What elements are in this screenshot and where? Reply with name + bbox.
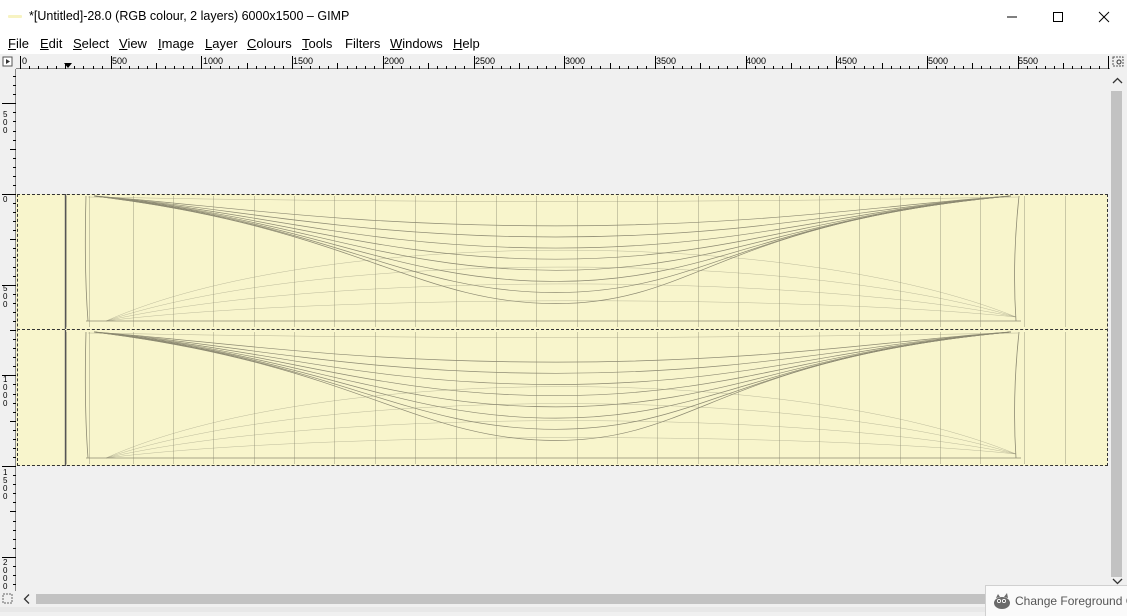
menu-bar: File Edit Select View Image Layer Colour… <box>0 33 1127 54</box>
vertical-scroll-thumb[interactable] <box>1111 91 1122 577</box>
ruler-label: 1000 <box>3 375 8 408</box>
ruler-label: 3500 <box>656 56 677 66</box>
ruler-label: 4500 <box>837 56 858 66</box>
vertical-scrollbar[interactable] <box>1108 69 1127 591</box>
ruler-label: 500 <box>3 284 8 309</box>
horizontal-ruler[interactable]: 0 500 1000 1500 2000 2500 3000 3500 4000… <box>16 55 1110 69</box>
quickmask-toggle[interactable] <box>0 55 16 69</box>
ruler-label: 3000 <box>565 56 586 66</box>
gimp-wilber-icon <box>994 593 1010 609</box>
ruler-label: 0 <box>3 195 8 204</box>
ruler-label: 2000 <box>384 56 405 66</box>
canvas-workspace[interactable] <box>16 69 1108 591</box>
menu-view[interactable]: View <box>119 36 147 51</box>
ruler-label: 2500 <box>475 56 496 66</box>
ship-lines-drawing <box>64 194 1066 466</box>
ruler-label: 2000 <box>3 558 8 591</box>
menu-windows[interactable]: Windows <box>390 36 443 51</box>
menu-edit[interactable]: Edit <box>40 36 62 51</box>
maximize-button[interactable] <box>1035 0 1081 33</box>
menu-image[interactable]: Image <box>158 36 194 51</box>
ruler-label: 1500 <box>293 56 314 66</box>
quickmask-toggle-icon <box>2 56 13 67</box>
zoom-corner-icon[interactable] <box>0 591 16 607</box>
ruler-label: 1500 <box>3 468 8 501</box>
chevron-up-icon[interactable] <box>1108 75 1127 87</box>
horizontal-scrollbar[interactable] <box>16 591 1108 607</box>
menu-filters[interactable]: Filters <box>345 36 380 51</box>
window-title: *[Untitled]-28.0 (RGB colour, 2 layers) … <box>29 9 350 23</box>
maximize-icon <box>1053 11 1063 22</box>
minimize-icon <box>1007 16 1017 17</box>
menu-select[interactable]: Select <box>73 36 109 51</box>
app-icon <box>8 15 22 18</box>
menu-file[interactable]: File <box>8 36 29 51</box>
close-button[interactable] <box>1081 0 1127 33</box>
minimize-button[interactable] <box>989 0 1035 33</box>
chevron-left-icon[interactable] <box>20 591 34 607</box>
horizontal-scroll-thumb[interactable] <box>36 594 1100 604</box>
navigate-button[interactable] <box>1110 55 1127 69</box>
menu-colours[interactable]: Colours <box>247 36 292 51</box>
ruler-label: 0 <box>22 56 28 66</box>
close-icon <box>1098 11 1110 22</box>
menu-tools[interactable]: Tools <box>302 36 332 51</box>
tool-notification: Change Foreground C <box>985 585 1127 616</box>
title-bar: *[Untitled]-28.0 (RGB colour, 2 layers) … <box>0 0 1127 33</box>
ruler-label: 1000 <box>203 56 224 66</box>
ruler-label: 500 <box>3 110 8 135</box>
navigate-icon <box>1112 56 1124 67</box>
ruler-label: 500 <box>112 56 128 66</box>
image-canvas[interactable] <box>16 194 1108 466</box>
ruler-label: 4000 <box>746 56 767 66</box>
vertical-ruler[interactable]: 500 0 500 1000 1500 2000 <box>0 69 16 591</box>
menu-help[interactable]: Help <box>453 36 480 51</box>
ruler-label: 5500 <box>1018 56 1039 66</box>
status-bar <box>0 607 1127 612</box>
menu-layer[interactable]: Layer <box>205 36 238 51</box>
notification-text: Change Foreground C <box>1015 594 1127 608</box>
ruler-label: 5000 <box>928 56 949 66</box>
